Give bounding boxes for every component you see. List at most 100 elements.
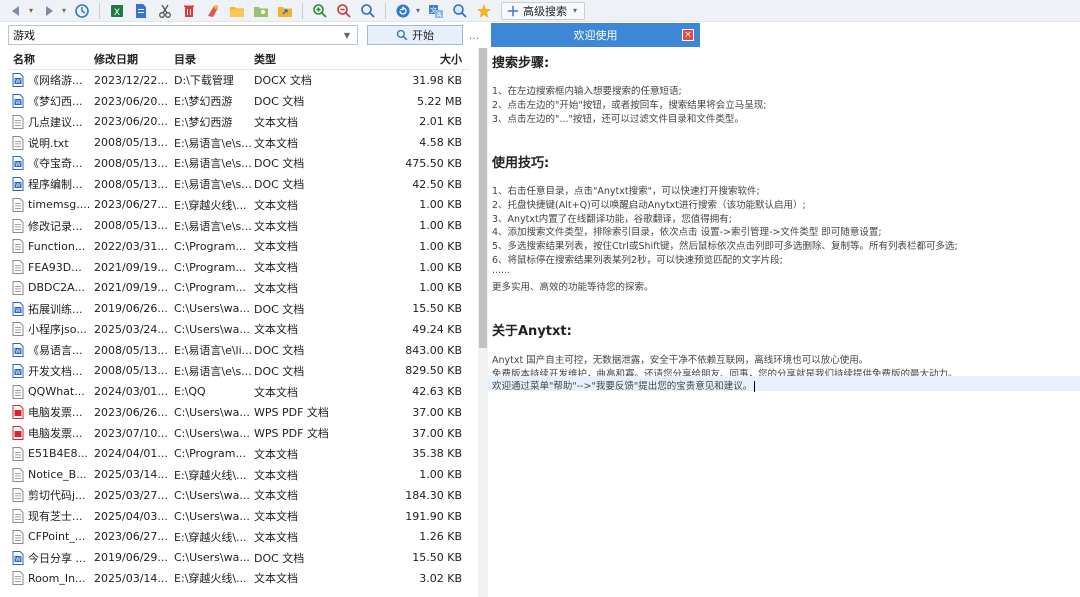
table-row[interactable]: 电脑发票... 2023/07/10... C:\Users\wa... WPS PD… [8, 423, 470, 444]
cell-directory: E:\梦幻西游 [174, 95, 233, 109]
cell-size: 31.98 KB [412, 73, 462, 87]
forward-button[interactable] [39, 1, 59, 21]
favorite-button[interactable] [474, 1, 494, 21]
table-row[interactable]: W 拓展训练... 2019/06/26... C:\Users\wa... DOC 文… [8, 298, 470, 319]
cell-size: 1.26 KB [419, 530, 462, 544]
table-row[interactable]: W 今日分享 ... 2019/06/29... C:\Users\wa... DOC … [8, 547, 470, 568]
file-name: 《易语言... [28, 344, 83, 358]
svg-text:W: W [15, 100, 21, 106]
start-search-button[interactable]: 开始 [367, 25, 463, 45]
table-row[interactable]: 电脑发票... 2023/06/26... C:\Users\wa... WPS PD… [8, 402, 470, 423]
cell-name: FEA93D... [8, 260, 94, 275]
column-header-directory[interactable]: 目录 [174, 51, 254, 67]
delete-button[interactable] [179, 1, 199, 21]
table-row[interactable]: DBDC2A... 2021/09/19... C:\Program... 文本文档 1… [8, 278, 470, 299]
table-row[interactable]: CFPoint_... 2023/06/27... E:\穿越火线\... 文本文档 1… [8, 527, 470, 548]
chevron-down-icon[interactable]: ▾ [414, 6, 422, 15]
image-folder-button[interactable] [251, 1, 271, 21]
tab-welcome[interactable]: 欢迎使用 × [491, 23, 700, 47]
cell-name: 几点建议... [8, 114, 94, 130]
list-scrollbar[interactable] [478, 48, 488, 597]
cell-directory: E:\穿越火线\... [174, 530, 247, 544]
cell-type: DOC 文档 [254, 157, 305, 171]
cell-directory: E:\易语言\e\s... [174, 157, 252, 171]
file-name: 说明.txt [28, 136, 69, 150]
table-row[interactable]: QQWhat... 2024/03/01... E:\QQ 文本文档 42.63 KB [8, 381, 470, 402]
search-input-box[interactable]: ▼ [8, 25, 358, 45]
table-row[interactable]: W 《易语言... 2008/05/13... E:\易语言\e\li... DOC 文… [8, 340, 470, 361]
table-row[interactable]: 说明.txt 2008/05/13... E:\易语言\e\s... 文本文档 4.58… [8, 132, 470, 153]
clean-button[interactable] [203, 1, 223, 21]
search-input[interactable] [9, 26, 339, 44]
file-name: Function... [28, 239, 86, 253]
column-header-name[interactable]: 名称 [8, 51, 94, 67]
folder-button[interactable] [227, 1, 247, 21]
table-row[interactable]: Notice_B... 2025/03/14... E:\穿越火线\... 文本文档 1… [8, 464, 470, 485]
close-icon[interactable]: × [682, 29, 694, 41]
text-document-icon [12, 239, 24, 254]
table-row[interactable]: 小程序jso... 2025/03/24... C:\Users\wa... 文本文档… [8, 319, 470, 340]
cell-directory: E:\穿越火线\... [174, 468, 247, 482]
table-row[interactable]: W 开发文档... 2008/05/13... E:\易语言\e\s... DOC 文档… [8, 361, 470, 382]
history-button[interactable] [72, 1, 92, 21]
column-header-size[interactable]: 大小 [344, 51, 466, 67]
cell-directory: E:\穿越火线\... [174, 198, 247, 212]
translate-button[interactable]: 文A [426, 1, 446, 21]
cell-directory: C:\Program... [174, 281, 246, 295]
refresh-button[interactable] [393, 1, 413, 21]
table-row[interactable]: W 《网络游... 2023/12/22... D:\下载管理 DOCX 文档 31.98… [8, 70, 470, 91]
table-row[interactable]: Room_In... 2025/03/14... E:\穿越火线\... 文本文档 3.… [8, 568, 470, 589]
table-row[interactable]: W 《夺宝奇... 2008/05/13... E:\易语言\e\s... DOC 文档… [8, 153, 470, 174]
table-row[interactable]: W 《梦幻西... 2023/06/20... E:\梦幻西游 DOC 文档 5.22 M… [8, 91, 470, 112]
chevron-down-icon[interactable]: ▼ [339, 31, 355, 40]
export-button[interactable] [275, 1, 295, 21]
text-document-icon [12, 467, 24, 482]
table-row[interactable]: timemsg.... 2023/06/27... E:\穿越火线\... 文本文档 1… [8, 195, 470, 216]
cell-type: 文本文档 [254, 447, 298, 461]
file-name: DBDC2A... [28, 281, 85, 295]
back-button[interactable] [6, 1, 26, 21]
word-document-icon: W [12, 343, 24, 358]
cell-directory: C:\Program... [174, 447, 246, 461]
table-row[interactable]: 修改记录... 2008/05/13... E:\易语言\e\s... 文本文档 1.0… [8, 215, 470, 236]
cell-name: QQWhat... [8, 384, 94, 399]
inspect-button[interactable] [450, 1, 470, 21]
text-document-icon [12, 446, 24, 461]
delete-icon [184, 5, 194, 17]
cell-name: Room_In... [8, 571, 94, 586]
filter-more-button[interactable]: ... [466, 25, 482, 45]
cell-size: 829.50 KB [405, 364, 462, 378]
chevron-down-icon[interactable]: ▾ [60, 6, 68, 15]
cell-size: 49.24 KB [412, 322, 462, 336]
about-line-3[interactable]: 欢迎通过菜单"帮助"-->"我要反馈"提出您的宝贵意见和建议。 [492, 378, 756, 392]
table-row[interactable]: W 程序编制... 2008/05/13... E:\易语言\e\s... DOC 文档… [8, 174, 470, 195]
chevron-down-icon[interactable]: ▾ [571, 6, 579, 15]
table-row[interactable]: E51B4E8... 2024/04/01... C:\Program... 文本文档… [8, 444, 470, 465]
cut-button[interactable] [155, 1, 175, 21]
zoom-out-button[interactable] [334, 1, 354, 21]
file-name: Notice_B... [28, 468, 87, 482]
forward-icon [46, 5, 53, 16]
document-button[interactable] [131, 1, 151, 21]
table-row[interactable]: FEA93D... 2021/09/19... C:\Program... 文本文档 1… [8, 257, 470, 278]
table-row[interactable]: Function... 2022/03/31... C:\Program... 文本文… [8, 236, 470, 257]
advanced-search-button[interactable]: 高级搜索 ▾ [501, 1, 585, 20]
chevron-down-icon[interactable]: ▾ [27, 6, 35, 15]
svg-text:W: W [15, 370, 21, 376]
zoom-in-button[interactable] [310, 1, 330, 21]
cell-size: 1.00 KB [419, 239, 462, 253]
file-name: 电脑发票... [28, 406, 83, 420]
steps-line-2: 2、点击左边的"开始"按钮，或者按回车，搜索结果将会立马呈现; [492, 100, 767, 111]
table-row[interactable]: 剪切代码j... 2025/03/27... C:\Users\wa... 文本文档 1… [8, 485, 470, 506]
column-header-type[interactable]: 类型 [254, 51, 344, 67]
cell-date: 2025/03/24... [94, 322, 168, 336]
excel-button[interactable]: X [107, 1, 127, 21]
back-icon [12, 5, 19, 16]
cell-size: 42.63 KB [412, 385, 462, 399]
column-header-date[interactable]: 修改日期 [94, 51, 174, 67]
find-button[interactable] [358, 1, 378, 21]
table-row[interactable]: 现有芝士... 2025/04/03... C:\Users\wa... 文本文档 19… [8, 506, 470, 527]
list-scrollbar-thumb[interactable] [479, 48, 487, 348]
list-header: 名称 修改日期 目录 类型 大小 [8, 48, 470, 70]
table-row[interactable]: 几点建议... 2023/06/20... E:\梦幻西游 文本文档 2.01 KB [8, 112, 470, 133]
